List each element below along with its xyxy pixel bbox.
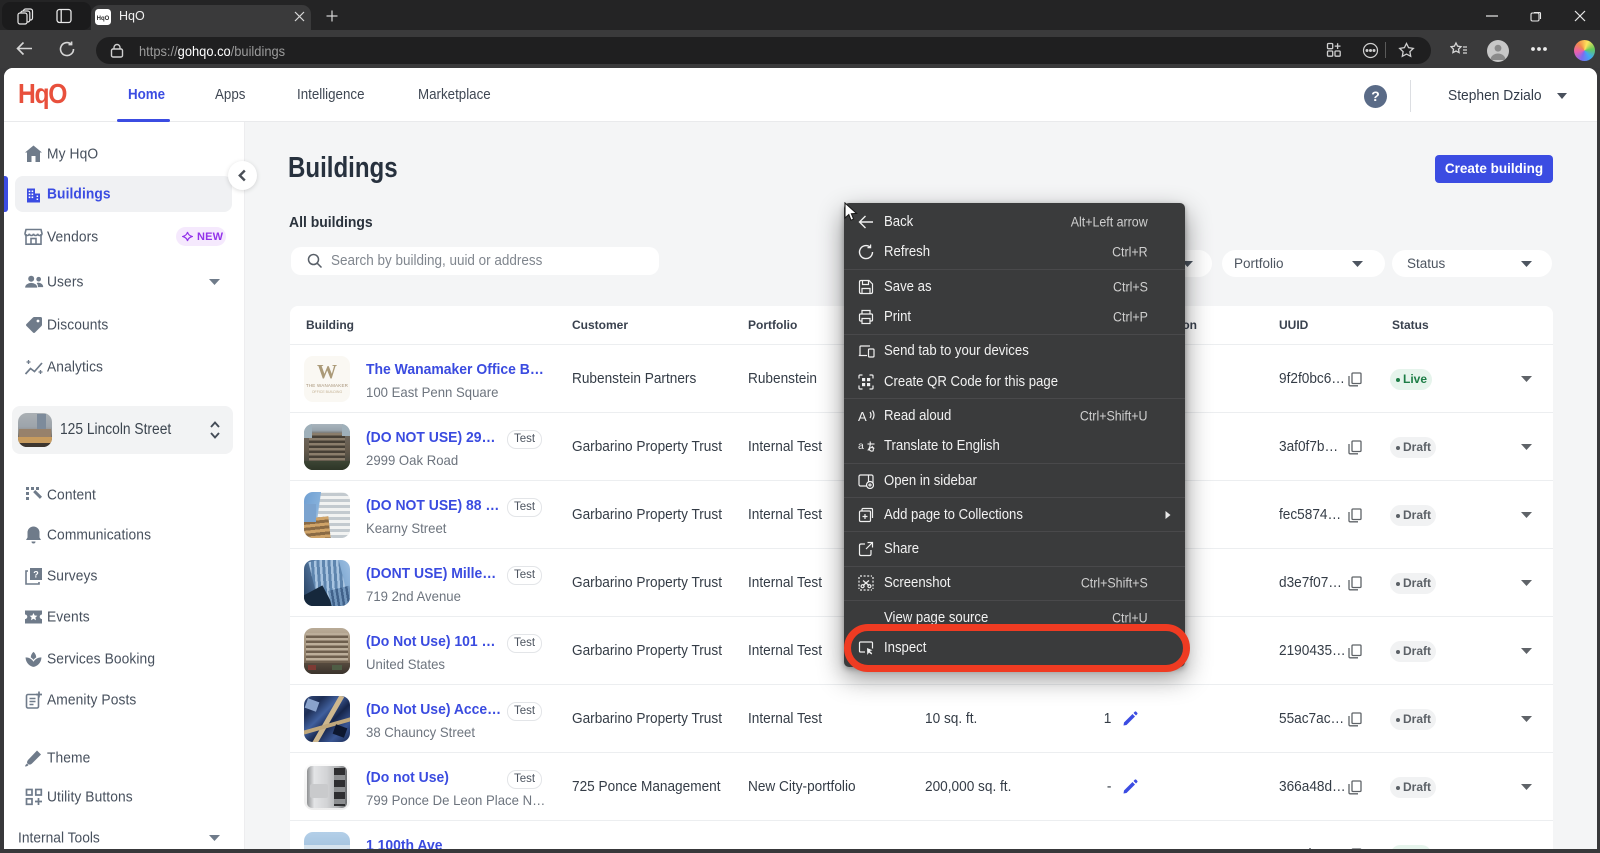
svg-text:A: A [858,409,867,424]
svg-text:a: a [858,440,864,452]
svg-text:?: ? [33,570,39,580]
svg-text:HqO: HqO [97,16,110,22]
